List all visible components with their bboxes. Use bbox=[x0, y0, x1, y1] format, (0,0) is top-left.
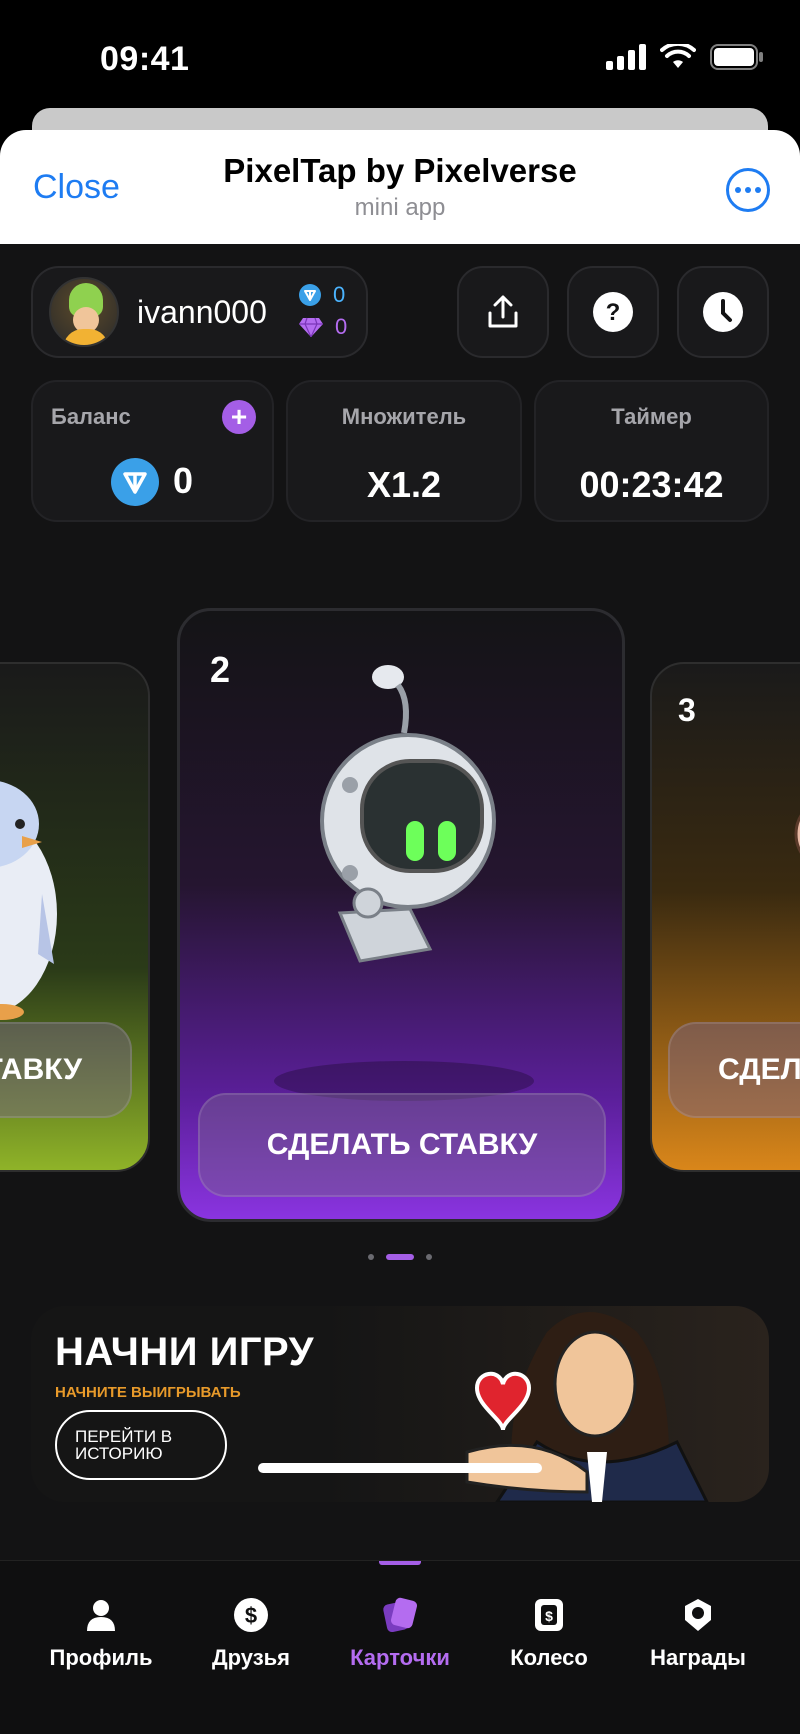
bet-card-3-button[interactable]: СДЕЛА bbox=[668, 1022, 800, 1118]
balance-label: Баланс bbox=[51, 404, 131, 429]
svg-text:$: $ bbox=[245, 1603, 257, 1628]
app-body: ivann000 0 0 ? Баланс + 0 Множитель X1.2… bbox=[0, 244, 800, 1734]
nav-tab-rewards[interactable]: Награды bbox=[628, 1597, 768, 1671]
robot-astronaut-icon bbox=[320, 665, 496, 963]
character-icon bbox=[794, 814, 800, 854]
help-button[interactable]: ? bbox=[567, 266, 659, 358]
nav-label-wheel: Колесо bbox=[510, 1645, 588, 1670]
bet-card-2-button[interactable]: СДЕЛАТЬ СТАВКУ bbox=[198, 1093, 606, 1197]
active-tab-indicator bbox=[379, 1561, 421, 1565]
nav-label-friends: Друзья bbox=[211, 1645, 291, 1670]
bottom-navigation: Профиль $ Друзья Карточки $ Колесо Награ… bbox=[0, 1560, 800, 1734]
card-2-number: 2 bbox=[210, 649, 231, 690]
carousel-dot-active[interactable] bbox=[386, 1254, 414, 1260]
battery-icon bbox=[710, 44, 763, 70]
ton-coin-icon bbox=[111, 458, 159, 511]
app-title: PixelTap by Pixelverse bbox=[223, 152, 577, 189]
multiplier-value: X1.2 bbox=[366, 464, 442, 505]
app-subtitle: mini app bbox=[354, 194, 446, 221]
banner-title: НАЧНИ ИГРУ bbox=[55, 1330, 315, 1374]
avatar bbox=[49, 277, 119, 347]
diamond-icon bbox=[299, 317, 323, 337]
nav-tab-cards[interactable]: Карточки bbox=[330, 1597, 470, 1671]
gem-balance: 0 bbox=[299, 314, 347, 340]
help-icon: ? bbox=[593, 292, 633, 332]
banner-subtitle: НАЧНИТЕ ВЫИГРЫВАТЬ bbox=[55, 1384, 241, 1401]
username: ivann000 bbox=[137, 293, 267, 330]
profile-icon bbox=[87, 1600, 115, 1631]
dollar-coin-icon: $ bbox=[234, 1598, 268, 1632]
carousel-dot[interactable] bbox=[426, 1254, 432, 1260]
nav-label-profile: Профиль bbox=[49, 1645, 153, 1670]
card-3-number: 3 bbox=[678, 692, 696, 728]
nav-label-cards: Карточки bbox=[350, 1645, 450, 1670]
bet-card-3[interactable]: 3 СДЕЛА bbox=[650, 662, 800, 1172]
status-icons bbox=[606, 44, 764, 70]
share-icon bbox=[488, 295, 518, 328]
cellular-signal-icon bbox=[606, 44, 646, 70]
carousel-pagination bbox=[0, 1254, 800, 1260]
home-indicator[interactable] bbox=[258, 1463, 542, 1473]
timer-card: Таймер 00:23:42 bbox=[534, 380, 769, 522]
button-line-2: ИСТОРИЮ bbox=[75, 1444, 163, 1463]
status-time: 09:41 bbox=[100, 40, 190, 78]
more-dot-icon bbox=[755, 187, 761, 193]
nav-tab-friends[interactable]: $ Друзья bbox=[181, 1597, 321, 1671]
nav-tab-wheel[interactable]: $ Колесо bbox=[479, 1597, 619, 1671]
nav-tab-profile[interactable]: Профиль bbox=[31, 1597, 171, 1671]
svg-text:$: $ bbox=[545, 1608, 553, 1624]
button-line-1: ПЕРЕЙТИ В bbox=[75, 1427, 173, 1446]
cards-icon bbox=[383, 1597, 417, 1633]
wheel-ticket-icon: $ bbox=[535, 1599, 563, 1631]
bet-card-1[interactable]: ТАВКУ bbox=[0, 662, 150, 1172]
award-badge-icon bbox=[685, 1599, 711, 1631]
timer-label: Таймер bbox=[611, 404, 692, 429]
ton-count: 0 bbox=[333, 282, 346, 307]
penguin-icon bbox=[0, 781, 57, 1020]
wifi-icon bbox=[660, 44, 696, 68]
user-profile-pill[interactable]: ivann000 0 0 bbox=[31, 266, 368, 358]
user-currencies: 0 0 bbox=[299, 282, 347, 340]
multiplier-card: Множитель X1.2 bbox=[286, 380, 522, 522]
history-button[interactable] bbox=[677, 266, 769, 358]
more-dot-icon bbox=[735, 187, 741, 193]
timer-value: 00:23:42 bbox=[579, 464, 724, 505]
ton-icon bbox=[299, 284, 321, 306]
add-balance-button[interactable]: + bbox=[222, 400, 256, 434]
more-options-button[interactable] bbox=[726, 168, 770, 212]
balance-card: Баланс + 0 bbox=[31, 380, 274, 522]
multiplier-label: Множитель bbox=[341, 404, 467, 429]
nav-label-rewards: Награды bbox=[650, 1645, 746, 1670]
balance-value: 0 bbox=[173, 460, 194, 501]
go-to-history-button[interactable]: ПЕРЕЙТИ В ИСТОРИЮ bbox=[55, 1410, 227, 1480]
share-button[interactable] bbox=[457, 266, 549, 358]
svg-text:?: ? bbox=[606, 299, 621, 326]
status-bar: 09:41 bbox=[0, 0, 800, 118]
gem-count: 0 bbox=[335, 314, 348, 339]
bet-card-1-button[interactable]: ТАВКУ bbox=[0, 1022, 132, 1118]
mini-app-header: Close PixelTap by Pixelverse mini app bbox=[0, 130, 800, 244]
more-dot-icon bbox=[745, 187, 751, 193]
clock-icon bbox=[703, 292, 743, 332]
ton-balance: 0 bbox=[299, 282, 347, 308]
carousel-dot[interactable] bbox=[368, 1254, 374, 1260]
bet-card-2[interactable]: 2 СДЕЛАТЬ СТАВКУ bbox=[177, 608, 625, 1222]
